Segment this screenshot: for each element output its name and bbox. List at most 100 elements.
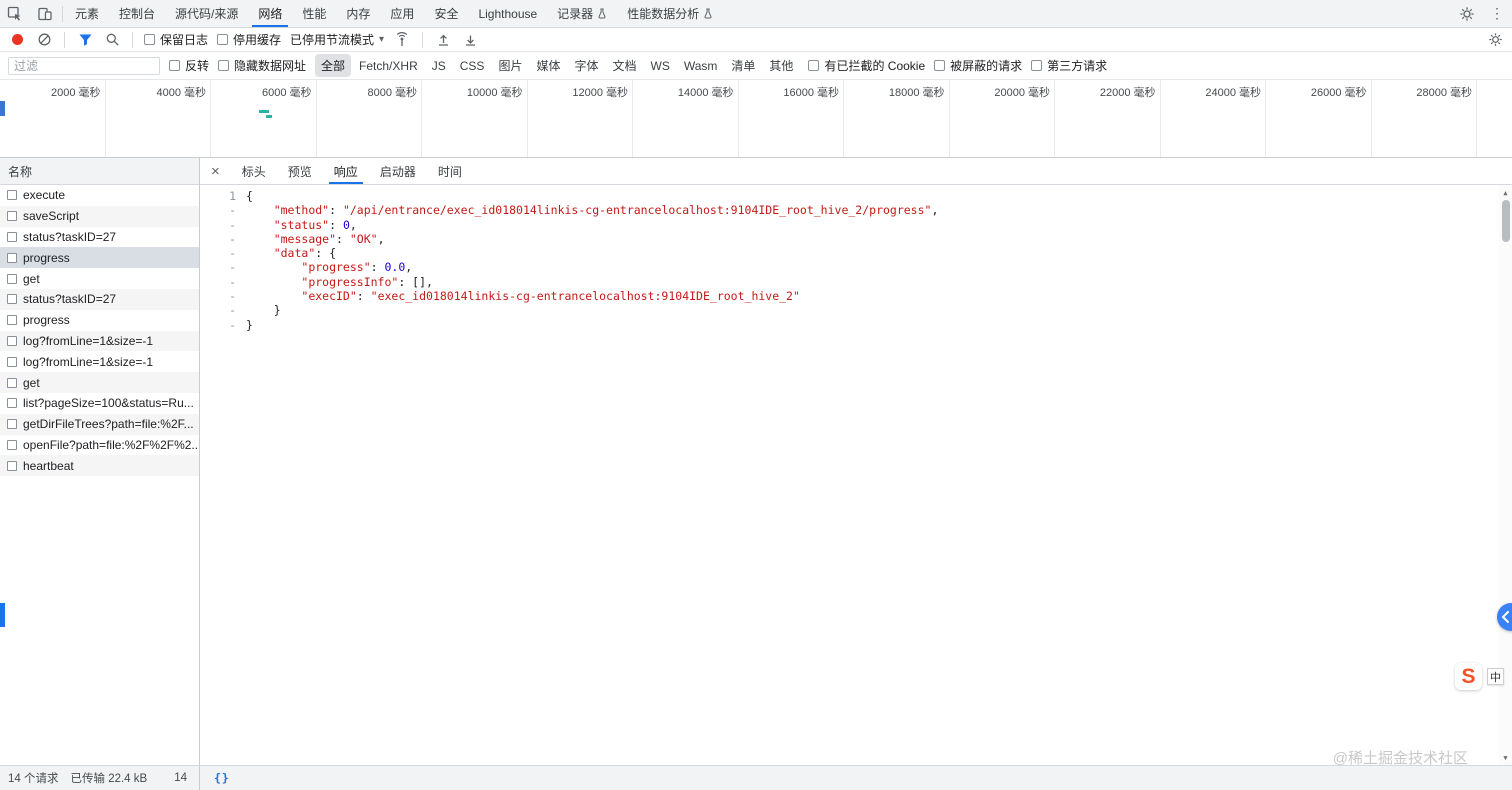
request-row[interactable]: status?taskID=27 <box>0 288 199 310</box>
network-conditions-button[interactable] <box>393 31 411 49</box>
ime-indicator[interactable]: S 中 <box>1455 663 1504 690</box>
blocked-cookies-label: 有已拦截的 Cookie <box>824 59 926 73</box>
line-gutter[interactable]: 1 <box>200 189 246 203</box>
line-gutter[interactable]: - <box>200 218 246 232</box>
inspect-element-button[interactable] <box>0 0 30 27</box>
request-row[interactable]: log?fromLine=1&size=-1 <box>0 351 199 372</box>
line-gutter[interactable]: - <box>200 203 246 217</box>
devtools-panel-tab[interactable]: 性能 <box>292 0 336 27</box>
devtools-panel-tab[interactable]: 安全 <box>424 0 468 27</box>
device-toolbar-button[interactable] <box>30 0 60 27</box>
detail-tab[interactable]: 预览 <box>277 158 323 184</box>
request-row[interactable]: get <box>0 268 199 289</box>
devtools-panel-tab[interactable]: 内存 <box>336 0 380 27</box>
funnel-icon <box>79 34 91 46</box>
line-gutter[interactable]: - <box>200 275 246 289</box>
response-json-view[interactable]: 1{ - "method": "/api/entrance/exec_id018… <box>200 185 1512 765</box>
name-column-header[interactable]: 名称 <box>0 158 199 185</box>
throttling-select[interactable]: 已停用节流模式 ▾ <box>290 31 384 48</box>
clear-button[interactable] <box>35 31 53 49</box>
disable-cache-checkbox[interactable]: 停用缓存 <box>217 31 281 48</box>
resource-type-chip[interactable]: CSS <box>454 56 491 76</box>
devtools-panel-tab[interactable]: 元素 <box>65 0 109 27</box>
settings-gear-button[interactable] <box>1452 6 1482 22</box>
filter-toggle-button[interactable] <box>76 31 94 49</box>
pretty-print-button[interactable]: {} <box>200 766 244 790</box>
resource-type-chip[interactable]: 媒体 <box>530 54 566 77</box>
request-row[interactable]: openFile?path=file:%2F%2F%2... <box>0 435 199 456</box>
detail-tab[interactable]: 标头 <box>231 158 277 184</box>
close-detail-button[interactable]: × <box>200 158 231 184</box>
file-type-icon <box>7 315 17 326</box>
resource-type-chip[interactable]: 字体 <box>568 54 604 77</box>
resource-type-chip[interactable]: 清单 <box>725 54 761 77</box>
request-row[interactable]: status?taskID=27 <box>0 227 199 248</box>
detail-tab[interactable]: 响应 <box>323 158 369 184</box>
file-type-icon <box>7 439 17 450</box>
import-har-button[interactable] <box>434 31 452 49</box>
hide-data-urls-checkbox[interactable]: 隐藏数据网址 <box>218 57 306 74</box>
invert-checkbox[interactable]: 反转 <box>169 57 209 74</box>
code-segment: 0.0 <box>384 260 406 275</box>
network-settings-button[interactable] <box>1486 31 1504 49</box>
timeline-tick-label: 14000 毫秒 <box>677 87 734 99</box>
third-party-checkbox[interactable]: 第三方请求 <box>1031 57 1107 74</box>
line-gutter[interactable]: - <box>200 318 246 332</box>
filter-input[interactable] <box>8 56 160 75</box>
more-options-button[interactable]: ⋮ <box>1482 5 1512 22</box>
request-row[interactable]: progress <box>0 247 199 269</box>
devtools-panel-tab[interactable]: 控制台 <box>109 0 165 27</box>
detail-tab[interactable]: 时间 <box>427 158 473 184</box>
line-gutter[interactable]: - <box>200 289 246 303</box>
resource-type-chip[interactable]: 图片 <box>492 54 528 77</box>
devtools-panel-tab[interactable]: 源代码/来源 <box>165 0 248 27</box>
devtools-panel-tab[interactable]: Lighthouse <box>468 0 547 27</box>
request-name: execute <box>23 188 66 203</box>
devtools-panel-tab[interactable]: 记录器 <box>547 0 617 27</box>
record-button[interactable] <box>8 31 26 49</box>
resource-type-chip[interactable]: 文档 <box>606 54 642 77</box>
request-row[interactable]: progress <box>0 310 199 331</box>
request-row[interactable]: heartbeat <box>0 455 199 477</box>
scrollbar-thumb[interactable] <box>1501 200 1510 242</box>
request-row[interactable]: getDirFileTrees?path=file:%2F... <box>0 413 199 435</box>
resource-type-chip[interactable]: 其他 <box>763 54 799 77</box>
resource-type-chip[interactable]: WS <box>645 56 676 76</box>
export-har-button[interactable] <box>461 31 479 49</box>
timeline-overview[interactable]: 2000 毫秒 4000 毫秒 6000 毫秒 8000 毫秒 10000 毫秒… <box>0 80 1512 158</box>
detail-tab[interactable]: 启动器 <box>369 158 427 184</box>
blocked-cookies-checkbox[interactable]: 有已拦截的 Cookie <box>808 57 925 74</box>
timeline-tick: 28000 毫秒 <box>1372 80 1477 157</box>
devtools-panel-tab[interactable]: 应用 <box>380 0 424 27</box>
resource-type-chip[interactable]: JS <box>426 56 452 76</box>
devtools-panel-tab[interactable]: 性能数据分析 <box>617 0 723 27</box>
search-button[interactable] <box>103 31 121 49</box>
line-gutter[interactable]: - <box>200 260 246 274</box>
preserve-log-checkbox[interactable]: 保留日志 <box>144 31 208 48</box>
tab-label: 安全 <box>434 7 459 21</box>
resource-type-chip[interactable]: Fetch/XHR <box>353 56 424 76</box>
request-row[interactable]: saveScript <box>0 205 199 227</box>
resource-type-chip[interactable]: 全部 <box>315 54 352 77</box>
request-row[interactable]: log?fromLine=1&size=-1 <box>0 330 199 352</box>
line-gutter[interactable]: - <box>200 303 246 317</box>
request-row[interactable]: list?pageSize=100&status=Ru... <box>0 393 199 414</box>
request-row[interactable]: execute <box>0 185 199 206</box>
ime-sogou-icon[interactable]: S <box>1455 663 1482 690</box>
scroll-up-icon[interactable]: ▲ <box>1503 185 1507 200</box>
ime-mode-chinese[interactable]: 中 <box>1487 668 1504 685</box>
resource-type-chip[interactable]: Wasm <box>678 56 724 76</box>
line-gutter[interactable]: - <box>200 246 246 260</box>
checkbox-icon <box>934 60 946 71</box>
request-name: log?fromLine=1&size=-1 <box>23 333 154 348</box>
line-gutter[interactable]: - <box>200 232 246 246</box>
blocked-requests-checkbox[interactable]: 被屏蔽的请求 <box>934 57 1022 74</box>
request-row[interactable]: get <box>0 372 199 393</box>
devtools-panel-tab[interactable]: 网络 <box>248 0 292 27</box>
divider <box>62 5 63 22</box>
checkbox-icon <box>217 34 229 45</box>
summary-extra: 14 <box>174 772 187 784</box>
code-segment: : <box>329 217 343 232</box>
scroll-down-icon[interactable]: ▼ <box>1503 750 1507 765</box>
